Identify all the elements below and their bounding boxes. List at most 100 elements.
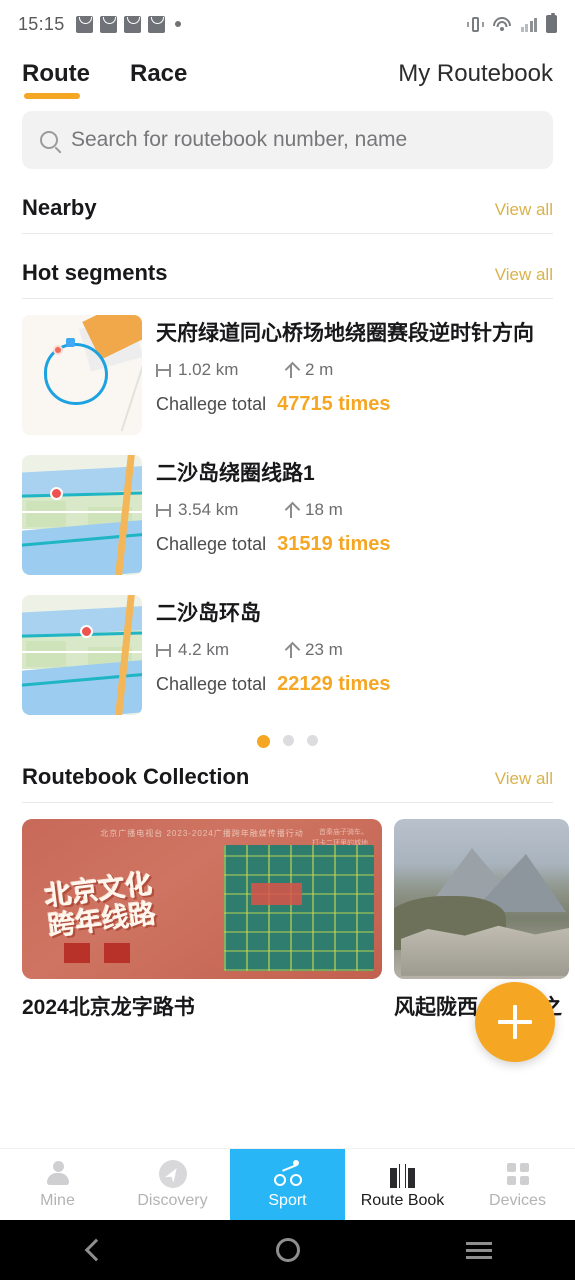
distance-metric: 1.02 km (156, 360, 284, 380)
status-bar: 15:15 (0, 0, 575, 48)
segment-metrics: 1.02 km 2 m (156, 360, 553, 380)
ruler-icon (156, 363, 171, 377)
challenge-count: 22129 times (277, 673, 391, 695)
beijing-poster-image: 北京广播电视台 2023-2024广播跨年融媒传播行动 首秦庙子骑车。 打卡二环里… (22, 819, 382, 979)
elevation-metric: 23 m (284, 640, 343, 660)
recents-icon (466, 1241, 493, 1259)
system-back-button[interactable] (0, 1238, 192, 1262)
tab-race[interactable]: Race (130, 60, 187, 101)
distance-value: 1.02 km (178, 360, 239, 379)
hot-segments-view-all[interactable]: View all (495, 265, 553, 285)
hot-segments-section: Hot segments View all 天府绿道同心桥场地绕圈赛段逆时针方向… (0, 234, 575, 752)
system-home-button[interactable] (192, 1238, 384, 1262)
grid-icon (504, 1160, 532, 1188)
tab-route[interactable]: Route (22, 60, 90, 101)
challenge-label: Challege total (156, 394, 267, 414)
elevation-metric: 2 m (284, 360, 333, 380)
nav-item-route-book[interactable]: Route Book (345, 1149, 460, 1220)
search-section (0, 101, 575, 169)
home-icon (275, 1238, 300, 1262)
nav-item-sport[interactable]: Sport (230, 1149, 345, 1220)
arrow-up-icon (284, 503, 298, 518)
pagination-dot[interactable] (307, 735, 318, 746)
status-time: 15:15 (18, 13, 65, 34)
distance-value: 4.2 km (178, 640, 230, 659)
arrow-up-icon (284, 643, 298, 658)
system-recents-button[interactable] (383, 1241, 575, 1259)
mail-icon (75, 15, 93, 33)
list-item[interactable]: 天府绿道同心桥场地绕圈赛段逆时针方向 1.02 km 2 m Challege … (22, 299, 553, 439)
collection-caption: 2024北京龙字路书 (22, 996, 195, 1019)
nav-label: Devices (489, 1191, 546, 1209)
list-item-body: 二沙岛环岛 4.2 km 23 m Challege total 22129 t… (156, 595, 553, 715)
back-icon (84, 1238, 108, 1262)
nav-item-mine[interactable]: Mine (0, 1149, 115, 1220)
mountain-landscape-image (394, 819, 569, 979)
elevation-value: 18 m (305, 500, 343, 519)
routebook-collection-section: Routebook Collection View all (0, 752, 575, 803)
plus-icon (498, 1005, 532, 1039)
hot-segments-title: Hot segments (22, 260, 168, 285)
map-loop-thumbnail (22, 315, 142, 435)
add-routebook-fab[interactable] (475, 982, 555, 1062)
search-input[interactable] (71, 128, 535, 152)
collection-carousel[interactable]: 北京广播电视台 2023-2024广播跨年融媒传播行动 首秦庙子骑车。 打卡二环里… (0, 803, 575, 1021)
arrow-up-icon (284, 363, 298, 378)
segment-metrics: 4.2 km 23 m (156, 640, 553, 660)
collection-view-all[interactable]: View all (495, 769, 553, 789)
nearby-title: Nearby (22, 195, 97, 220)
ruler-icon (156, 643, 171, 657)
nav-label: Sport (268, 1191, 307, 1209)
challenge-label: Challege total (156, 534, 267, 554)
person-icon (44, 1160, 72, 1188)
nav-label: Route Book (360, 1191, 445, 1209)
wifi-icon (493, 16, 512, 32)
pagination-dot-active[interactable] (257, 735, 270, 748)
elevation-metric: 18 m (284, 500, 343, 520)
my-routebook-link[interactable]: My Routebook (398, 60, 553, 101)
collection-card[interactable]: 风起陇西（洛克之 (394, 819, 569, 1021)
list-item[interactable]: 二沙岛绕圈线路1 3.54 km 18 m Challege total 315… (22, 439, 553, 579)
dot-icon (174, 21, 181, 27)
ruler-icon (156, 503, 171, 517)
signal-icon (520, 16, 537, 32)
distance-metric: 4.2 km (156, 640, 284, 660)
segment-name: 天府绿道同心桥场地绕圈赛段逆时针方向 (156, 322, 534, 345)
list-item-body: 二沙岛绕圈线路1 3.54 km 18 m Challege total 315… (156, 455, 553, 575)
elevation-value: 23 m (305, 640, 343, 659)
status-bar-left: 15:15 (18, 14, 181, 35)
mail-icon (147, 15, 165, 33)
segment-metrics: 3.54 km 18 m (156, 500, 553, 520)
pagination-dot[interactable] (283, 735, 294, 746)
challenge-total: Challege total 22129 times (156, 673, 553, 696)
elevation-value: 2 m (305, 360, 334, 379)
carousel-pagination[interactable] (22, 719, 553, 752)
status-bar-right (466, 13, 557, 33)
bottom-navigation: Mine Discovery Sport Route Book Devices (0, 1148, 575, 1220)
collection-title: Routebook Collection (22, 764, 250, 789)
segment-name: 二沙岛环岛 (156, 602, 261, 625)
challenge-label: Challege total (156, 674, 267, 694)
nav-item-discovery[interactable]: Discovery (115, 1149, 230, 1220)
hot-segments-header: Hot segments View all (22, 260, 553, 286)
map-island-thumbnail (22, 455, 142, 575)
collection-card[interactable]: 北京广播电视台 2023-2024广播跨年融媒传播行动 首秦庙子骑车。 打卡二环里… (22, 819, 382, 1021)
challenge-count: 31519 times (277, 533, 391, 555)
nearby-view-all[interactable]: View all (495, 200, 553, 220)
vibrate-icon (466, 16, 484, 33)
nav-label: Discovery (137, 1191, 208, 1209)
mail-icon (123, 15, 141, 33)
battery-icon (546, 13, 557, 33)
distance-metric: 3.54 km (156, 500, 284, 520)
nearby-header: Nearby View all (22, 195, 553, 221)
mail-icon (99, 15, 117, 33)
challenge-total: Challege total 47715 times (156, 393, 553, 416)
compass-icon (158, 1159, 187, 1188)
segment-name: 二沙岛绕圈线路1 (156, 462, 315, 485)
list-item-body: 天府绿道同心桥场地绕圈赛段逆时针方向 1.02 km 2 m Challege … (156, 315, 553, 435)
list-item[interactable]: 二沙岛环岛 4.2 km 23 m Challege total 22129 t… (22, 579, 553, 719)
nearby-section: Nearby View all (0, 169, 575, 234)
search-bar[interactable] (22, 111, 553, 169)
nav-label: Mine (40, 1191, 75, 1209)
nav-item-devices[interactable]: Devices (460, 1149, 575, 1220)
